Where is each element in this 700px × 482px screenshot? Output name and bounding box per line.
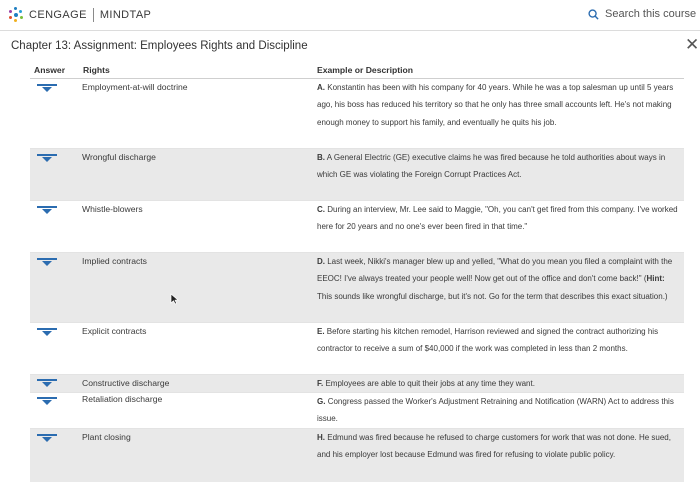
search-icon [588, 8, 599, 20]
right-label: Explicit contracts [82, 326, 147, 336]
example-description: B. A General Electric (GE) executive cla… [317, 153, 666, 180]
chevron-down-icon [42, 157, 52, 162]
chevron-down-icon [42, 400, 52, 405]
right-label: Plant closing [82, 432, 131, 442]
right-label: Implied contracts [82, 256, 147, 266]
answer-dropdown[interactable] [37, 84, 57, 93]
table-row: Wrongful discharge B. A General Electric… [30, 149, 684, 201]
example-description: D. Last week, Nikki's manager blew up an… [317, 257, 673, 301]
brand-logo[interactable]: CENGAGE MINDTAP [8, 7, 151, 23]
table-row: Retaliation discharge G. Congress passed… [30, 393, 684, 429]
right-label: Employment-at-will doctrine [82, 82, 188, 92]
right-label: Whistle-blowers [82, 204, 143, 214]
example-description: A. Konstantin has been with his company … [317, 83, 674, 127]
right-label: Retaliation discharge [82, 394, 163, 404]
example-description: G. Congress passed the Worker's Adjustme… [317, 397, 674, 424]
mouse-cursor-icon [170, 293, 179, 305]
search-placeholder: Search this course [605, 8, 697, 20]
answer-dropdown[interactable] [37, 258, 57, 267]
cengage-logo-icon [8, 7, 24, 23]
close-icon[interactable]: ✕ [685, 36, 699, 53]
product-name: MINDTAP [99, 9, 152, 21]
search-course[interactable]: Search this course [588, 8, 696, 20]
table-row: Explicit contracts E. Before starting hi… [30, 323, 684, 375]
table-row: Constructive discharge F. Employees are … [30, 375, 684, 393]
answer-dropdown[interactable] [37, 379, 57, 388]
answer-dropdown[interactable] [37, 154, 57, 163]
chevron-down-icon [42, 209, 52, 214]
table-row: Plant closing H. Edmund was fired becaus… [30, 429, 684, 482]
brand-name: CENGAGE [29, 9, 87, 21]
chevron-down-icon [42, 87, 52, 92]
right-label: Wrongful discharge [82, 152, 156, 162]
table-row: Implied contracts D. Last week, Nikki's … [30, 253, 684, 323]
example-description: E. Before starting his kitchen remodel, … [317, 327, 659, 354]
column-example: Example or Description [317, 65, 413, 75]
right-label: Constructive discharge [82, 378, 170, 388]
table-header: Answer Rights Example or Description [30, 62, 684, 79]
answer-dropdown[interactable] [37, 434, 57, 443]
top-bar: CENGAGE MINDTAP Search this course [0, 0, 700, 31]
chevron-down-icon [42, 331, 52, 336]
example-description: F. Employees are able to quit their jobs… [317, 379, 535, 388]
page-title: Chapter 13: Assignment: Employees Rights… [11, 40, 308, 52]
matching-table: Answer Rights Example or Description Emp… [30, 62, 684, 482]
chevron-down-icon [42, 382, 52, 387]
chevron-down-icon [42, 261, 52, 266]
brand-divider [92, 8, 94, 22]
example-description: C. During an interview, Mr. Lee said to … [317, 205, 678, 232]
column-rights: Rights [83, 65, 110, 75]
answer-dropdown[interactable] [37, 397, 57, 406]
answer-dropdown[interactable] [37, 206, 57, 215]
table-row: Whistle-blowers C. During an interview, … [30, 201, 684, 253]
chevron-down-icon [42, 437, 52, 442]
answer-dropdown[interactable] [37, 328, 57, 337]
example-description: H. Edmund was fired because he refused t… [317, 433, 671, 460]
column-answer: Answer [34, 65, 66, 75]
table-row: Employment-at-will doctrine A. Konstanti… [30, 79, 684, 149]
